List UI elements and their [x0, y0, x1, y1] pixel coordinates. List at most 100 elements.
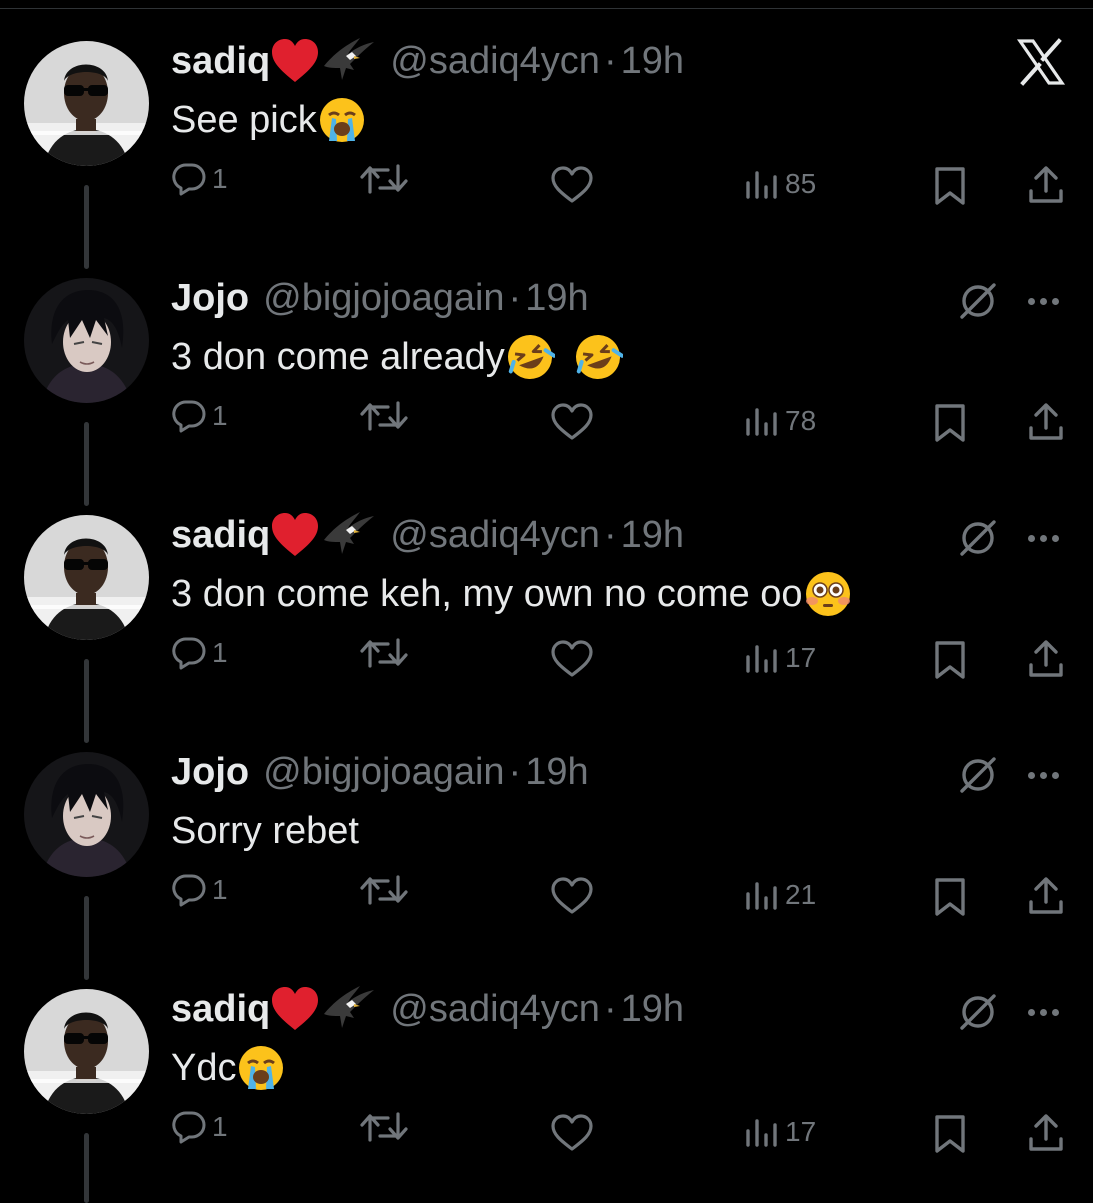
tweet[interactable]: sadiq @sadiq4ycn · 19h Ydc 1 17: [0, 948, 1093, 1203]
timestamp[interactable]: 19h: [621, 514, 684, 557]
separator-dot: ·: [603, 39, 617, 82]
retweet-icon: [360, 638, 408, 668]
retweet-button[interactable]: [360, 399, 408, 433]
tweet[interactable]: Jojo @bigjojoagain · 19h 3 don come alre…: [0, 237, 1093, 506]
views-button[interactable]: 21: [745, 879, 816, 911]
tweet-actions: 1 85: [0, 148, 1093, 205]
heart-outline-icon: [551, 877, 593, 914]
bookmark-button[interactable]: [933, 640, 967, 680]
loudly-crying-face-icon: [319, 98, 364, 142]
retweet-button[interactable]: [360, 1110, 408, 1144]
tweet-menu-area: [958, 755, 1059, 795]
grok-icon[interactable]: [958, 281, 998, 321]
view-count: 17: [785, 1116, 817, 1147]
bookmark-icon: [935, 167, 965, 205]
reply-icon: [172, 163, 206, 196]
retweet-button[interactable]: [360, 162, 408, 196]
display-name[interactable]: sadiq: [171, 514, 270, 557]
heart-outline-icon: [551, 640, 593, 677]
timestamp[interactable]: 19h: [525, 751, 588, 794]
views-chart-icon: [746, 171, 777, 199]
more-options-icon[interactable]: [1028, 297, 1059, 305]
views-button[interactable]: 17: [745, 1116, 816, 1148]
share-button[interactable]: [1027, 402, 1065, 442]
like-button[interactable]: [550, 877, 594, 915]
user-handle[interactable]: @bigjojoagain: [263, 751, 504, 794]
user-handle[interactable]: @sadiq4ycn: [390, 988, 600, 1031]
display-name[interactable]: Jojo: [171, 277, 249, 320]
red-heart-icon: [272, 39, 319, 82]
reply-button[interactable]: 1: [172, 873, 228, 907]
bookmark-button[interactable]: [933, 1114, 967, 1154]
tweet-text: 3 don come already: [171, 332, 623, 382]
reply-icon: [172, 400, 206, 433]
views-chart-icon: [746, 1119, 777, 1147]
tweet-header: Jojo @bigjojoagain · 19h: [171, 273, 589, 323]
display-name[interactable]: Jojo: [171, 751, 249, 794]
share-button[interactable]: [1027, 1113, 1065, 1153]
tweet-menu-area: [958, 281, 1059, 321]
reply-button[interactable]: 1: [172, 162, 228, 196]
tweet-header: Jojo @bigjojoagain · 19h: [171, 747, 589, 797]
reply-icon: [172, 1111, 206, 1144]
views-button[interactable]: 85: [745, 168, 816, 200]
share-button[interactable]: [1027, 639, 1065, 679]
more-options-icon[interactable]: [1028, 1008, 1059, 1016]
share-button[interactable]: [1027, 876, 1065, 916]
display-name[interactable]: sadiq: [171, 40, 270, 83]
bookmark-button[interactable]: [933, 877, 967, 917]
reply-button[interactable]: 1: [172, 1110, 228, 1144]
view-count: 78: [785, 405, 817, 436]
view-count: 85: [785, 168, 817, 199]
rolling-on-floor-laughing-icon: [575, 335, 623, 379]
tweet-actions: 1 21: [0, 859, 1093, 916]
bookmark-icon: [935, 404, 965, 442]
bookmark-button[interactable]: [933, 166, 967, 206]
timestamp[interactable]: 19h: [525, 277, 588, 320]
views-button[interactable]: 78: [745, 405, 816, 437]
eagle-icon: [324, 512, 375, 554]
retweet-icon: [360, 401, 408, 431]
tweet-text-content: 3 don come already: [171, 335, 505, 378]
grok-icon[interactable]: [958, 518, 998, 558]
reply-icon: [172, 637, 206, 670]
tweet[interactable]: sadiq @sadiq4ycn · 19h 3 don come keh, m…: [0, 474, 1093, 743]
loudly-crying-face-icon: [239, 1046, 284, 1090]
reply-icon: [172, 874, 206, 907]
display-name[interactable]: sadiq: [171, 988, 270, 1031]
tweet[interactable]: sadiq @sadiq4ycn · 19h See pick 1 85: [0, 0, 1093, 269]
tweet-text-content: 3 don come keh, my own no come oo: [171, 572, 803, 615]
view-count: 21: [785, 879, 817, 910]
like-button[interactable]: [550, 640, 594, 678]
bookmark-icon: [935, 878, 965, 916]
separator-dot: ·: [508, 750, 522, 793]
more-options-icon[interactable]: [1028, 771, 1059, 779]
tweet-text-content: Sorry rebet: [171, 809, 359, 852]
timestamp[interactable]: 19h: [621, 40, 684, 83]
tweet-header: sadiq @sadiq4ycn · 19h: [171, 36, 684, 86]
more-options-icon[interactable]: [1028, 534, 1059, 542]
bookmark-button[interactable]: [933, 403, 967, 443]
tweet-menu-area: [958, 992, 1059, 1032]
bookmark-icon: [935, 641, 965, 679]
retweet-icon: [360, 875, 408, 905]
user-handle[interactable]: @bigjojoagain: [263, 277, 504, 320]
like-button[interactable]: [550, 403, 594, 441]
share-button[interactable]: [1027, 165, 1065, 205]
reply-button[interactable]: 1: [172, 636, 228, 670]
user-handle[interactable]: @sadiq4ycn: [390, 40, 600, 83]
red-heart-icon: [272, 513, 319, 556]
retweet-button[interactable]: [360, 873, 408, 907]
grok-icon[interactable]: [958, 755, 998, 795]
user-handle[interactable]: @sadiq4ycn: [390, 514, 600, 557]
tweet[interactable]: Jojo @bigjojoagain · 19h Sorry rebet 1 2…: [0, 711, 1093, 980]
views-button[interactable]: 17: [745, 642, 816, 674]
reply-button[interactable]: 1: [172, 399, 228, 433]
like-button[interactable]: [550, 166, 594, 204]
like-button[interactable]: [550, 1114, 594, 1152]
timestamp[interactable]: 19h: [621, 988, 684, 1031]
views-chart-icon: [746, 645, 777, 673]
tweet-text: See pick: [171, 95, 367, 145]
retweet-button[interactable]: [360, 636, 408, 670]
grok-icon[interactable]: [958, 992, 998, 1032]
